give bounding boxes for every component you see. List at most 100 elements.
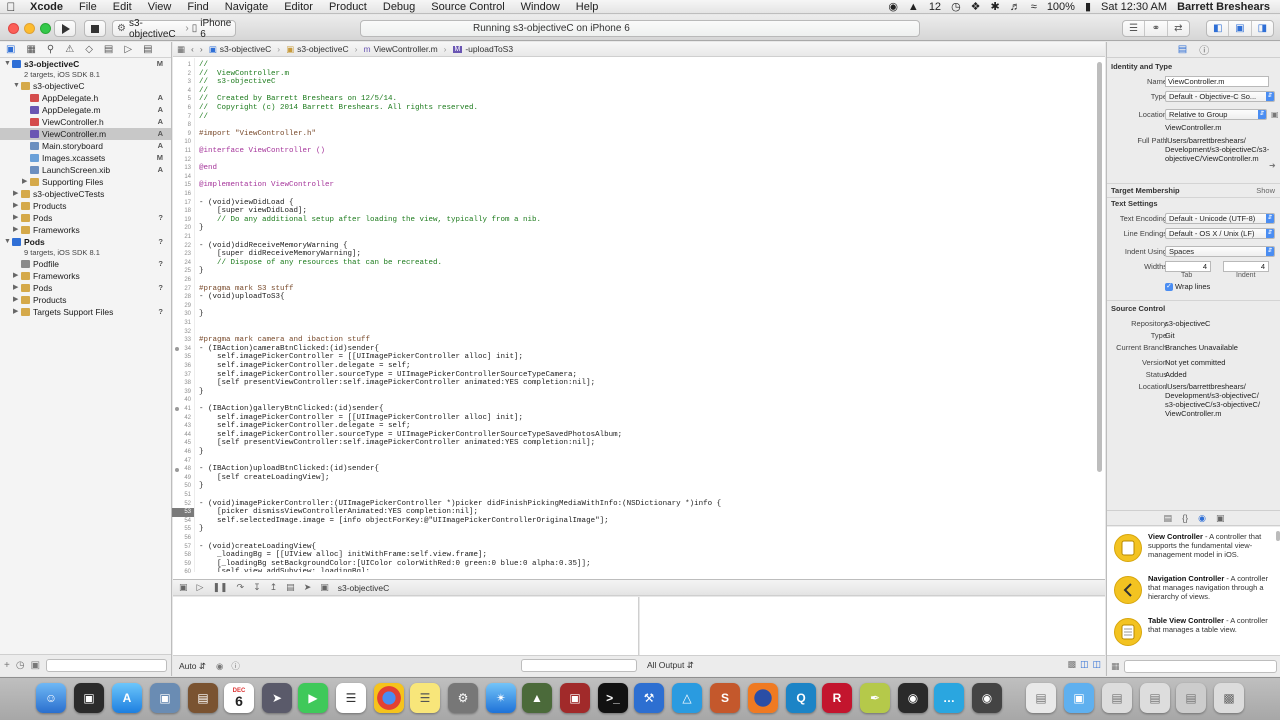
chrome-icon[interactable]	[374, 683, 404, 713]
variables-filter-input[interactable]	[521, 659, 637, 672]
finder-icon[interactable]: ☺	[36, 683, 66, 713]
document-stack-icon[interactable]: ▤	[1026, 683, 1056, 713]
code-line[interactable]: [picker dismissViewControllerAnimated:YE…	[199, 508, 478, 517]
test-icon[interactable]: ◇	[85, 44, 93, 55]
variables-view[interactable]	[173, 597, 639, 655]
code-line[interactable]: self.imagePickerController.sourceType = …	[199, 371, 577, 380]
toggle-utilities-icon[interactable]: ◨	[1252, 21, 1273, 36]
editor-scrollbar[interactable]	[1097, 62, 1102, 472]
forward-arrow-icon[interactable]: ›	[200, 44, 203, 54]
safari-icon[interactable]: ✴	[486, 683, 516, 713]
code-line[interactable]: self.imagePickerController.sourceType = …	[199, 431, 622, 440]
code-line[interactable]: self.imagePickerController.delegate = se…	[199, 362, 411, 371]
pause-icon[interactable]: ❚❚	[212, 582, 227, 593]
record-icon[interactable]: ◉	[883, 0, 903, 14]
file-inspector-icon[interactable]: ▤	[1178, 44, 1187, 55]
action-connection-icon[interactable]	[175, 347, 179, 352]
code-line[interactable]: }	[199, 525, 204, 534]
navigator-row[interactable]: ViewController.m A	[0, 128, 171, 140]
action-connection-icon[interactable]	[175, 467, 179, 472]
menu-edit[interactable]: Edit	[105, 0, 140, 14]
code-text-area[interactable]: //// ViewController.m// s3-objectiveC///…	[199, 58, 1089, 572]
search-icon[interactable]: ⚲	[47, 44, 54, 55]
navigator-row[interactable]: ViewController.h A	[0, 116, 171, 128]
photo-booth-icon[interactable]: ▣	[560, 683, 590, 713]
code-line[interactable]: //	[199, 87, 208, 96]
dashboard-icon[interactable]: ▣	[74, 683, 104, 713]
disclosure-closed-icon[interactable]: ▶	[13, 200, 18, 212]
photo-app-icon[interactable]: ▲	[522, 683, 552, 713]
code-line[interactable]: //	[199, 61, 208, 70]
timemachine-icon[interactable]: ◷	[946, 0, 966, 14]
menu-debug[interactable]: Debug	[375, 0, 423, 14]
code-line[interactable]: self.imagePickerController = [[UIImagePi…	[199, 414, 523, 423]
notebook-icon[interactable]: ▤	[188, 683, 218, 713]
code-line[interactable]: // Created by Barrett Breshears on 12/5/…	[199, 95, 397, 104]
library-item-table-view-controller[interactable]: Table View Controller - A controller tha…	[1107, 613, 1277, 655]
folder-icon[interactable]: ▣	[6, 44, 15, 55]
library-item-navigation-controller[interactable]: Navigation Controller - A controller tha…	[1107, 571, 1277, 613]
navigator-row[interactable]: ▶ Pods?	[0, 282, 171, 294]
code-line[interactable]: }	[199, 224, 204, 233]
location-select[interactable]: Relative to Group ⇵	[1165, 109, 1267, 120]
code-line[interactable]: //	[199, 113, 208, 122]
line-number-gutter[interactable]: 1 2 3 4 5 6 7 8 9 10 11 12 13 14 15 16 17 18 19 20 21 22 23 24 2…	[172, 58, 195, 575]
navigator-row[interactable]: ▶ Supporting Files	[0, 176, 171, 188]
step-in-icon[interactable]: ↧	[253, 582, 261, 593]
navigator-row[interactable]: ▶ Products	[0, 200, 171, 212]
wifi-icon[interactable]: ≈	[1026, 0, 1042, 14]
wrap-lines-checkbox[interactable]: ✓	[1165, 283, 1173, 291]
hide-debug-icon[interactable]: ▣	[179, 582, 188, 593]
code-line[interactable]: // Dispose of any resources that can be …	[199, 259, 442, 268]
code-line[interactable]: - (void)uploadToS3{	[199, 293, 285, 302]
menu-find[interactable]: Find	[179, 0, 216, 14]
simulator-icon[interactable]: △	[672, 683, 702, 713]
navigator-row[interactable]: ▶ Frameworks	[0, 270, 171, 282]
indent-width-field[interactable]: 4	[1223, 261, 1269, 272]
code-line[interactable]: self.imagePickerController = [[UIImagePi…	[199, 353, 523, 362]
folder-icon[interactable]: ▣	[1271, 110, 1279, 119]
window-stack-icon[interactable]: ▤	[1140, 683, 1170, 713]
fullscreen-window-button[interactable]	[40, 23, 51, 34]
symbol-icon[interactable]: ▦	[26, 44, 35, 55]
reminders-icon[interactable]: ☰	[336, 683, 366, 713]
code-line[interactable]: - (void)createLoadingView{	[199, 543, 316, 552]
file-template-icon[interactable]: ▤	[1164, 513, 1173, 524]
wrap-lines-label[interactable]: Wrap lines	[1175, 282, 1210, 291]
info-icon[interactable]: ⓘ	[231, 660, 240, 672]
location-icon[interactable]: ➤	[304, 582, 312, 593]
code-line[interactable]: [self.view addSubview:_loadingBg];	[199, 568, 370, 572]
file-type-select[interactable]: Default - Objective-C So... ⇵	[1165, 91, 1275, 102]
menu-app-xcode[interactable]: Xcode	[22, 0, 71, 14]
breadcrumb-project[interactable]: ▣ s3-objectiveC	[209, 44, 272, 55]
code-line[interactable]: }	[199, 482, 204, 491]
add-icon[interactable]: +	[4, 660, 10, 671]
disclosure-open-icon[interactable]: ▼	[4, 236, 11, 248]
quick-help-icon[interactable]: ⓘ	[1199, 42, 1209, 57]
code-line[interactable]: _loadingBg = [[UIView alloc] initWithFra…	[199, 551, 487, 560]
navigator-row[interactable]: ▶ Products	[0, 294, 171, 306]
screenshot-stack-icon[interactable]: ▤	[1102, 683, 1132, 713]
menu-editor[interactable]: Editor	[276, 0, 321, 14]
scheme-name[interactable]: s3-objectiveC	[129, 18, 182, 40]
clock[interactable]: Sat 12:30 AM	[1096, 0, 1172, 14]
code-line[interactable]: - (void)viewDidLoad {	[199, 199, 294, 208]
code-line[interactable]: - (IBAction)cameraBtnClicked:(id)sender{	[199, 345, 379, 354]
menu-navigate[interactable]: Navigate	[217, 0, 276, 14]
action-connection-icon[interactable]	[175, 407, 179, 412]
library-item-view-controller[interactable]: View Controller - A controller that supp…	[1107, 529, 1277, 571]
run-button[interactable]	[54, 20, 76, 37]
code-line[interactable]: @implementation ViewController	[199, 181, 334, 190]
downloads-folder-icon[interactable]: ▣	[1064, 683, 1094, 713]
launchpad-icon[interactable]: ➤	[262, 683, 292, 713]
menu-file[interactable]: File	[71, 0, 105, 14]
navigator-row[interactable]: AppDelegate.h A	[0, 92, 171, 104]
code-line[interactable]: #pragma mark camera and ibaction stuff	[199, 336, 370, 345]
code-line[interactable]: self.selectedImage.image = [info objectF…	[199, 517, 609, 526]
navigator-row[interactable]: Podfile?	[0, 258, 171, 270]
code-line[interactable]: // ViewController.m	[199, 70, 289, 79]
disclosure-closed-icon[interactable]: ▶	[13, 294, 18, 306]
notes-icon[interactable]: ☰	[410, 683, 440, 713]
notification-icon[interactable]: ▲	[903, 0, 924, 14]
navigator-row[interactable]: AppDelegate.m A	[0, 104, 171, 116]
